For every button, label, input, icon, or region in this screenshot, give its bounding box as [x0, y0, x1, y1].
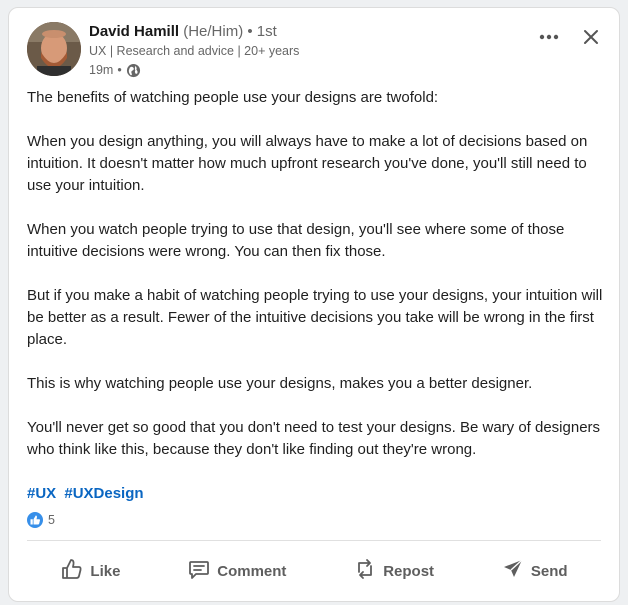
hashtag-link[interactable]: #UX: [27, 485, 56, 502]
post-header: David Hamill (He/Him) • 1st UX | Researc…: [27, 21, 603, 81]
post-paragraph: You'll never get so good that you don't …: [27, 419, 601, 458]
reaction-summary[interactable]: 5: [27, 512, 55, 528]
post-time: 19m: [89, 63, 114, 77]
comment-icon: [187, 557, 211, 585]
action-bar: Like Comment Repost Send: [27, 552, 601, 590]
author-name-line: David Hamill (He/Him) • 1st: [89, 21, 299, 43]
like-icon: [60, 557, 84, 585]
like-button[interactable]: Like: [50, 552, 130, 590]
send-button[interactable]: Send: [491, 552, 578, 590]
avatar-image: [27, 22, 81, 76]
post-paragraph: But if you make a habit of watching peop…: [27, 287, 603, 348]
globe-icon: [126, 63, 141, 78]
close-icon[interactable]: [579, 25, 603, 49]
thumbs-up-icon: [27, 512, 43, 528]
hashtag-list: #UX #UXDesign: [27, 483, 148, 505]
author-pronouns: (He/Him): [183, 23, 244, 40]
post-controls: [537, 25, 603, 49]
author-block: David Hamill (He/Him) • 1st UX | Researc…: [89, 21, 299, 80]
reaction-count: 5: [48, 513, 55, 527]
post-paragraph: When you watch people trying to use that…: [27, 221, 565, 260]
more-horizontal-icon[interactable]: [537, 25, 561, 49]
avatar[interactable]: [27, 22, 81, 76]
send-icon: [501, 557, 525, 585]
author-headline: UX | Research and advice | 20+ years: [89, 44, 300, 58]
comment-button[interactable]: Comment: [177, 552, 296, 590]
divider: [27, 540, 601, 541]
post-body: The benefits of watching people use your…: [27, 87, 607, 483]
connection-degree: • 1st: [247, 23, 277, 40]
post-paragraph: When you design anything, you will alway…: [27, 133, 588, 194]
repost-button[interactable]: Repost: [343, 552, 444, 590]
post-meta: 19m •: [89, 60, 299, 80]
author-name[interactable]: David Hamill: [89, 23, 179, 40]
post-card: David Hamill (He/Him) • 1st UX | Researc…: [8, 7, 620, 602]
like-label: Like: [90, 562, 121, 580]
post-paragraph: The benefits of watching people use your…: [27, 89, 439, 106]
comment-label: Comment: [217, 562, 287, 580]
send-label: Send: [530, 562, 568, 580]
meta-separator: •: [117, 63, 122, 77]
post-paragraph: This is why watching people use your des…: [27, 375, 533, 392]
hashtag-link[interactable]: #UXDesign: [64, 485, 143, 502]
repost-label: Repost: [383, 562, 435, 580]
repost-icon: [353, 557, 377, 585]
